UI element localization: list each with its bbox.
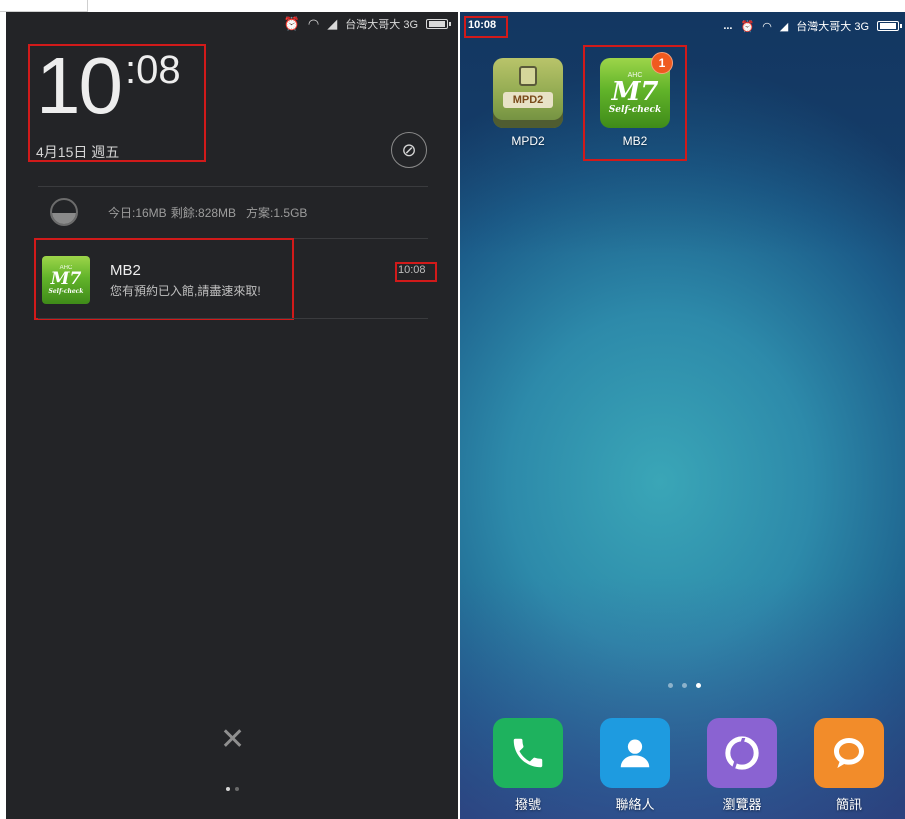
dock-label: 簡訊 bbox=[835, 797, 862, 812]
do-not-disturb-button[interactable]: ⊘ bbox=[391, 132, 427, 168]
dock-contacts[interactable]: 聯絡人 bbox=[595, 718, 675, 813]
browser-icon bbox=[707, 718, 777, 788]
dock-messages[interactable]: 簡訊 bbox=[809, 718, 889, 813]
divider bbox=[38, 186, 428, 187]
shade-status-bar: ⏰ ◠ ◢ 台灣大哥大 3G bbox=[283, 16, 451, 32]
mpd2-app-icon: MPD2 bbox=[493, 58, 563, 128]
contacts-icon bbox=[600, 718, 670, 788]
dock-label: 撥號 bbox=[514, 797, 541, 812]
wifi-icon: ◠ bbox=[762, 20, 772, 33]
dock-phone[interactable]: 撥號 bbox=[488, 718, 568, 813]
highlight-box-mb2 bbox=[583, 45, 687, 161]
clear-notifications-button[interactable]: ✕ bbox=[220, 722, 245, 757]
highlight-box-notification bbox=[34, 238, 294, 320]
phone-icon bbox=[493, 718, 563, 788]
home-screen: 10:08 ... ⏰ ◠ ◢ 台灣大哥大 3G MPD2 MPD2 AHC M… bbox=[460, 12, 905, 819]
icon-text: MPD2 bbox=[503, 92, 553, 108]
home-status-bar: ... ⏰ ◠ ◢ 台灣大哥大 3G bbox=[723, 18, 902, 34]
data-today: 今日:16MB bbox=[108, 205, 167, 220]
divider bbox=[38, 318, 428, 319]
dock-label: 瀏覽器 bbox=[722, 797, 762, 812]
battery-icon bbox=[426, 19, 451, 29]
wifi-icon: ◠ bbox=[307, 16, 320, 31]
carrier-label: 台灣大哥大 3G bbox=[796, 21, 869, 33]
carrier-label: 台灣大哥大 3G bbox=[345, 19, 418, 31]
page-indicator bbox=[226, 787, 239, 791]
data-usage-row[interactable]: 今日:16MB 剩餘:828MB 方案:1.5GB bbox=[38, 198, 307, 226]
antenna-icon bbox=[519, 66, 537, 86]
dock-label: 聯絡人 bbox=[615, 797, 655, 812]
page-dot-active bbox=[696, 683, 701, 688]
app-label: MPD2 bbox=[511, 134, 545, 148]
data-usage-icon bbox=[50, 198, 78, 226]
overflow-indicator: ... bbox=[723, 20, 733, 32]
signal-icon: ◢ bbox=[779, 20, 789, 33]
highlight-box-clock bbox=[28, 44, 206, 162]
no-entry-icon: ⊘ bbox=[401, 139, 417, 160]
home-page-indicator bbox=[668, 683, 701, 688]
page-dot bbox=[235, 787, 239, 791]
dock-browser[interactable]: 瀏覽器 bbox=[702, 718, 782, 813]
data-remaining: 剩餘:828MB bbox=[170, 205, 237, 220]
crop-tab bbox=[0, 0, 88, 12]
page-dot bbox=[668, 683, 673, 688]
highlight-box-status-time bbox=[464, 16, 508, 38]
app-mpd2[interactable]: MPD2 MPD2 bbox=[490, 58, 566, 148]
alarm-icon: ⏰ bbox=[283, 16, 300, 31]
alarm-icon: ⏰ bbox=[740, 20, 755, 33]
notification-shade: ⏰ ◠ ◢ 台灣大哥大 3G 10 :08 4月15日 週五 ⊘ 今日:16MB… bbox=[6, 12, 458, 819]
battery-icon bbox=[877, 21, 902, 31]
messages-icon bbox=[814, 718, 884, 788]
signal-icon: ◢ bbox=[327, 16, 338, 31]
highlight-box-notification-time bbox=[395, 262, 437, 282]
page-dot bbox=[682, 683, 687, 688]
data-plan: 方案:1.5GB bbox=[246, 205, 308, 220]
page-dot-active bbox=[226, 787, 230, 791]
